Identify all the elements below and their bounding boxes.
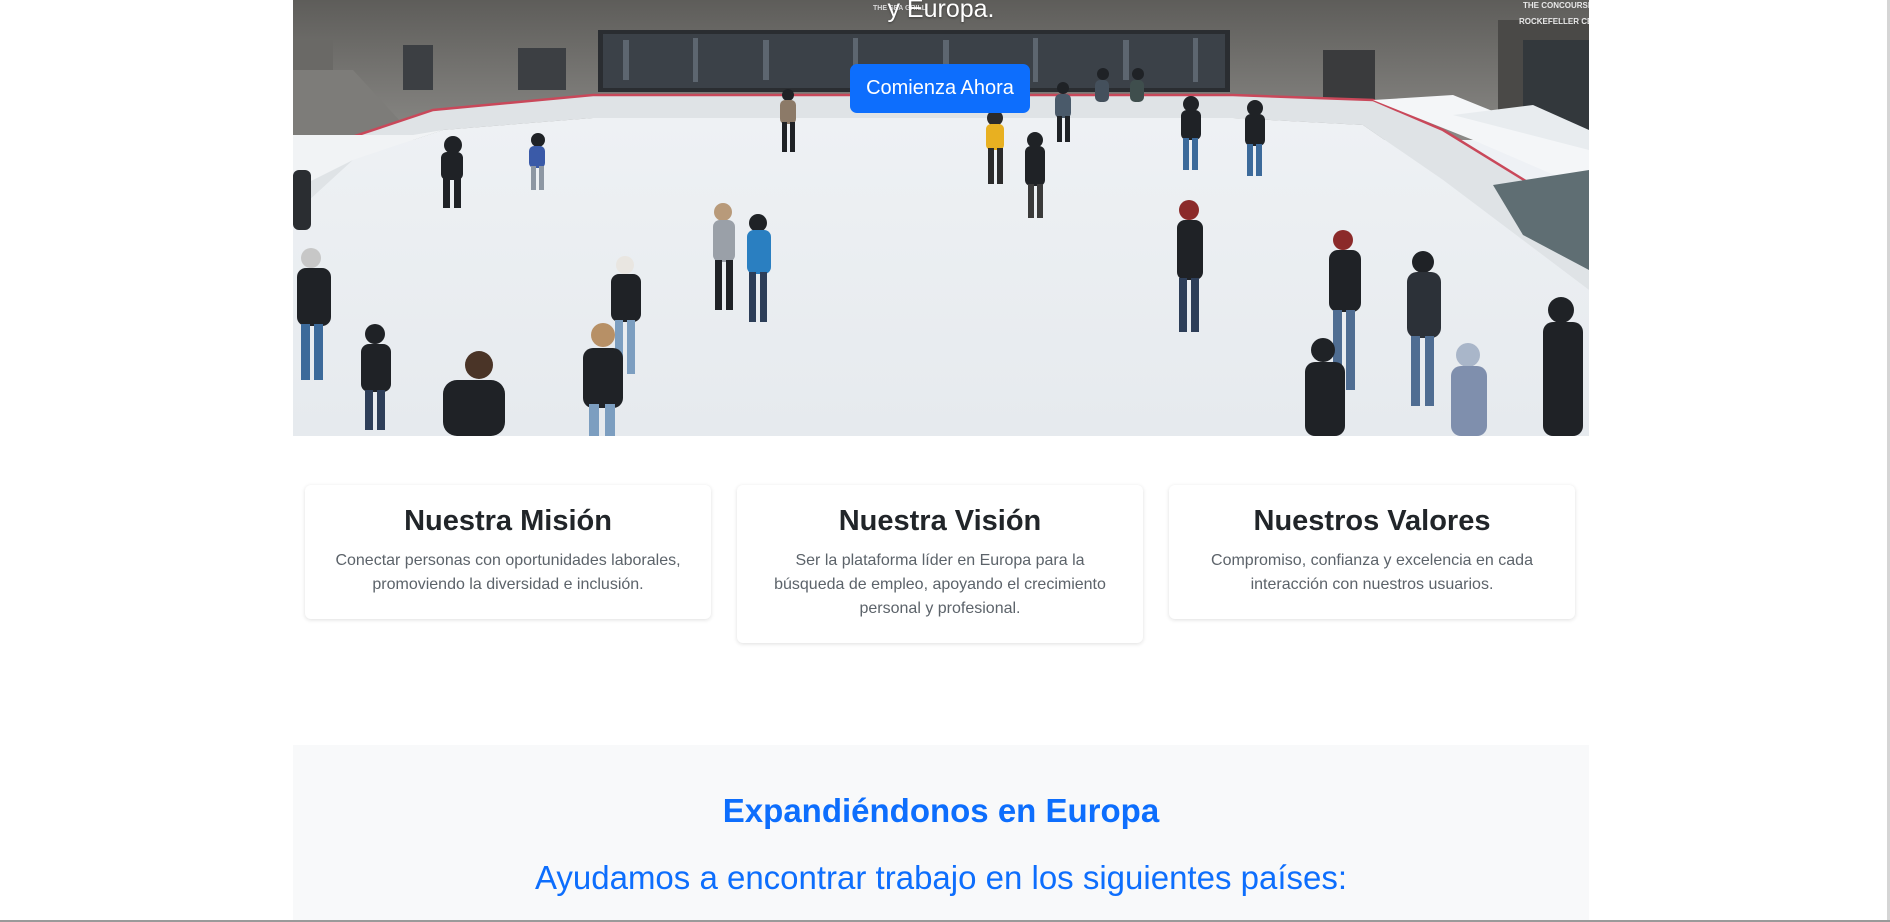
europe-expansion-section: Expandiéndonos en Europa Ayudamos a enco… <box>293 745 1589 922</box>
mission-vision-values: Nuestra Misión Conectar personas con opo… <box>305 485 1577 655</box>
mission-title: Nuestra Misión <box>404 505 612 537</box>
expansion-title: Expandiéndonos en Europa <box>722 792 1160 829</box>
mission-text: Conectar personas con oportunidades labo… <box>335 552 681 593</box>
mission-card: Nuestra Misión Conectar personas con opo… <box>305 485 711 619</box>
hero-section: THE SEA GRILL THE CONCOURSE ROCKEFELLER … <box>293 0 1589 436</box>
values-text: Compromiso, confianza y excelencia en ca… <box>1211 552 1533 593</box>
expansion-subtitle: Ayudamos a encontrar trabajo en los sigu… <box>534 859 1348 896</box>
values-title: Nuestros Valores <box>1253 505 1491 537</box>
get-started-button[interactable]: Comienza Ahora <box>850 64 1030 113</box>
vision-title: Nuestra Visión <box>838 505 1042 537</box>
hero-subtitle: y Europa. <box>887 0 995 23</box>
vision-card: Nuestra Visión Ser la plataforma líder e… <box>737 485 1143 643</box>
values-card: Nuestros Valores Compromiso, confianza y… <box>1169 485 1575 619</box>
vision-text: Ser la plataforma líder en Europa para l… <box>774 552 1106 617</box>
page: THE SEA GRILL THE CONCOURSE ROCKEFELLER … <box>0 0 1890 922</box>
